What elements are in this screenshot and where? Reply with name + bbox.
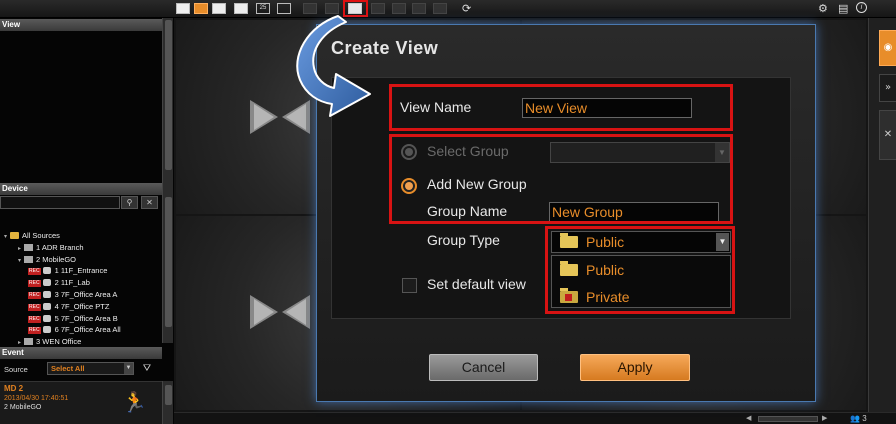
device-tree-item[interactable]: ▾ All Sources <box>4 231 60 242</box>
apply-button[interactable]: Apply <box>580 354 690 381</box>
device-tree-item[interactable]: REC 4 7F_Office PTZ <box>28 302 109 312</box>
folder-icon <box>10 232 19 239</box>
refresh-icon[interactable]: ⟳ <box>462 2 471 15</box>
rec-badge: REC <box>28 315 41 323</box>
view-name-highlight <box>389 84 733 131</box>
device-tree-label: 3 WEN Office <box>36 337 82 347</box>
group-type-highlight <box>545 226 735 314</box>
scroll-right-icon[interactable]: ▶ <box>822 413 827 424</box>
user-count-value: 3 <box>862 414 867 423</box>
camera-icon <box>42 267 51 275</box>
device-panel-scrollbar[interactable] <box>162 183 173 343</box>
scroll-left-icon[interactable]: ◀ <box>746 413 751 424</box>
set-default-view-checkbox[interactable] <box>402 278 417 293</box>
layout-2x2-button[interactable] <box>194 3 208 14</box>
document-icon[interactable]: ▤ <box>838 2 848 15</box>
camera-icon <box>42 326 51 334</box>
device-tree-item[interactable]: ▸ 1 ADR Branch <box>18 243 84 254</box>
device-tree-label: 2 MobileGO <box>36 254 77 264</box>
device-tree-label: 5 7F_Office Area B <box>54 313 118 323</box>
device-tree-item[interactable]: REC 2 11F_Lab <box>28 278 90 288</box>
layout-25-label: 25 <box>259 5 267 11</box>
event-title: MD 2 <box>4 384 24 393</box>
settings-icon[interactable]: ⚙ <box>818 2 828 15</box>
event-panel-header: Event <box>0 347 162 359</box>
rec-badge: REC <box>28 327 41 335</box>
tools-icon[interactable]: ✕ <box>879 110 896 160</box>
layout-4x4-button[interactable] <box>234 3 248 14</box>
event-source-label: Source <box>4 365 28 374</box>
device-search-input[interactable] <box>0 196 120 209</box>
device-tree-label: 6 7F_Office Area All <box>54 325 121 335</box>
device-tree-label: All Sources <box>22 231 60 240</box>
camera-icon <box>42 314 51 322</box>
device-tree-label: 4 7F_Office PTZ <box>54 301 110 311</box>
device-tree-item[interactable]: REC 1 11F_Entrance <box>28 266 107 276</box>
device-tree-item[interactable]: ▾ 2 MobileGO <box>18 255 76 266</box>
device-tree-label: 2 11F_Lab <box>54 278 90 288</box>
layout-1x1-button[interactable] <box>176 3 190 14</box>
event-source-select[interactable]: Select All ▼ <box>47 362 134 375</box>
eye-icon[interactable]: ◉ <box>879 30 896 66</box>
annotation-arrow-icon <box>296 15 371 117</box>
dvr-icon <box>24 338 33 346</box>
motion-person-icon: 🏃 <box>122 390 147 414</box>
cancel-button[interactable]: Cancel <box>429 354 538 381</box>
expand-right-icon[interactable]: » <box>879 74 896 102</box>
camera-icon <box>42 279 51 287</box>
device-tree-item[interactable]: REC 5 7F_Office Area B <box>28 314 118 324</box>
view-panel-scrollbar[interactable] <box>162 18 173 183</box>
left-panel: View Device ⚲ ✕ ▾ All Sources ▸ 1 ADR Branc… <box>0 18 174 424</box>
horizontal-scrollbar[interactable] <box>758 416 818 422</box>
event-source: 2 MobileGO <box>4 404 42 411</box>
dvr-icon <box>24 243 33 251</box>
event-source-value: Select All <box>51 364 85 373</box>
top-toolbar: 25 ⟳ ⚙ ▤ i <box>0 0 896 18</box>
device-tree-label: 1 11F_Entrance <box>54 266 108 276</box>
group-type-label: Group Type <box>427 232 500 248</box>
camera-icon <box>42 302 51 310</box>
camera-icon <box>42 291 51 298</box>
group-section-highlight <box>389 134 733 224</box>
info-icon[interactable]: i <box>856 2 867 13</box>
rec-badge: REC <box>28 280 41 288</box>
device-clear-button[interactable]: ✕ <box>141 196 158 209</box>
dvr-icon <box>24 255 33 263</box>
rec-badge: REC <box>28 268 41 276</box>
layout-3x3-button[interactable] <box>212 3 226 14</box>
right-side-strip: ◉ » ✕ <box>868 18 896 412</box>
bottom-status-bar: ◀ ▶ 👥 3 <box>174 412 896 424</box>
online-users: 👥 3 <box>850 413 867 424</box>
toolbar-dim-button-5[interactable] <box>412 3 426 14</box>
filter-icon[interactable]: ⛛ <box>139 362 155 375</box>
rec-badge: REC <box>28 292 41 299</box>
nvr-client-window: 25 ⟳ ⚙ ▤ i View Device ⚲ ✕ ▾ All Sources ▸… <box>0 0 896 424</box>
device-tree-label: 3 7F_Office Area A <box>54 290 118 299</box>
view-panel-header: View <box>0 19 162 31</box>
rec-badge: REC <box>28 303 41 311</box>
placeholder-logo-icon <box>250 295 310 329</box>
toolbar-dim-button-4[interactable] <box>392 3 406 14</box>
chevron-down-icon: ▼ <box>124 363 133 374</box>
device-tree-item[interactable]: REC 6 7F_Office Area All <box>28 325 121 335</box>
event-list-item[interactable]: MD 2 2013/04/30 17:40:51 2 MobileGO 🏃 <box>0 381 162 424</box>
device-search-button[interactable]: ⚲ <box>121 196 138 209</box>
set-default-view-label: Set default view <box>427 276 526 292</box>
users-icon: 👥 <box>850 414 860 423</box>
event-time: 2013/04/30 17:40:51 <box>4 395 69 402</box>
toolbar-dim-button-6[interactable] <box>433 3 447 14</box>
device-tree-item[interactable]: REC 3 7F_Office Area A <box>28 290 117 300</box>
device-tree-label: 1 ADR Branch <box>36 242 84 252</box>
event-panel-scrollbar[interactable] <box>162 381 173 424</box>
layout-25-button[interactable]: 25 <box>256 3 270 14</box>
device-panel-header: Device <box>0 183 162 195</box>
